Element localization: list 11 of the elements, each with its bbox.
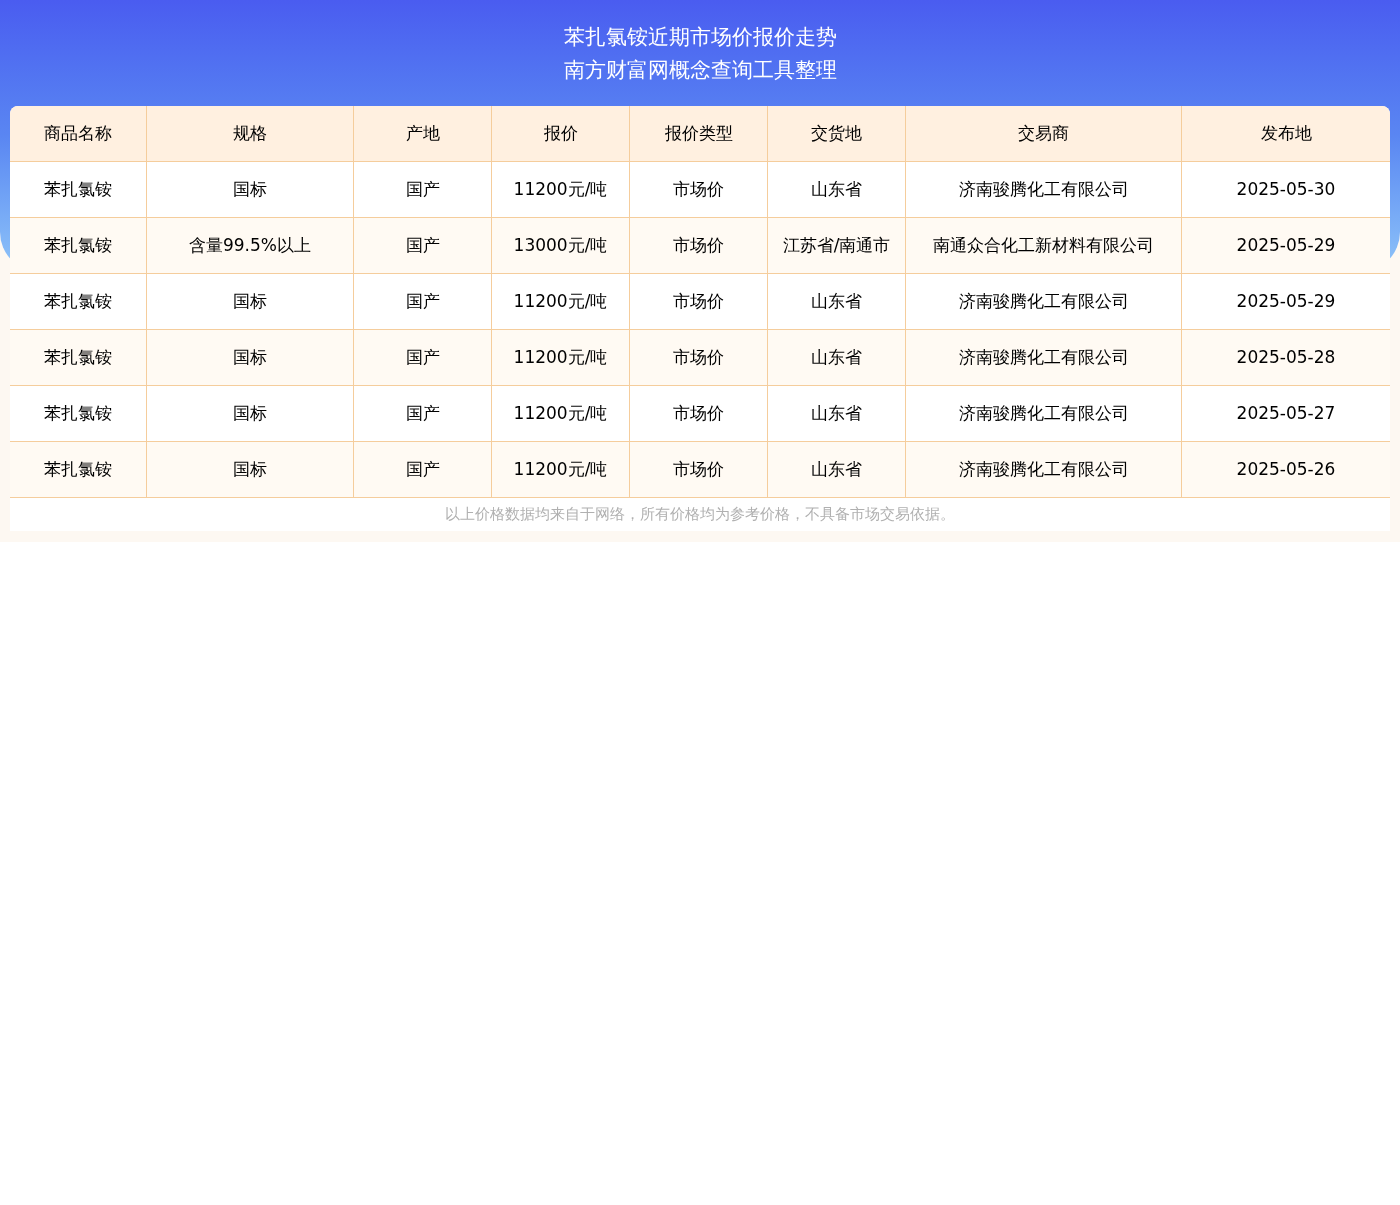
table-cell: 2025-05-26 [1182, 442, 1390, 498]
table-cell: 11200元/吨 [492, 442, 630, 498]
table-cell: 苯扎氯铵 [10, 442, 147, 498]
table-cell: 国产 [354, 442, 492, 498]
table-cell: 国标 [147, 442, 354, 498]
disclaimer-text: 以上价格数据均来自于网络，所有价格均为参考价格，不具备市场交易依据。 [445, 504, 955, 526]
table-cell: 山东省 [768, 442, 906, 498]
page-title: 苯扎氯铵近期市场价报价走势 [563, 24, 837, 51]
page-title: 南方财富网概念查询工具整理 [563, 57, 837, 84]
table-cell: 市场价 [630, 442, 768, 498]
table-cell: 济南骏腾化工有限公司 [906, 442, 1182, 498]
